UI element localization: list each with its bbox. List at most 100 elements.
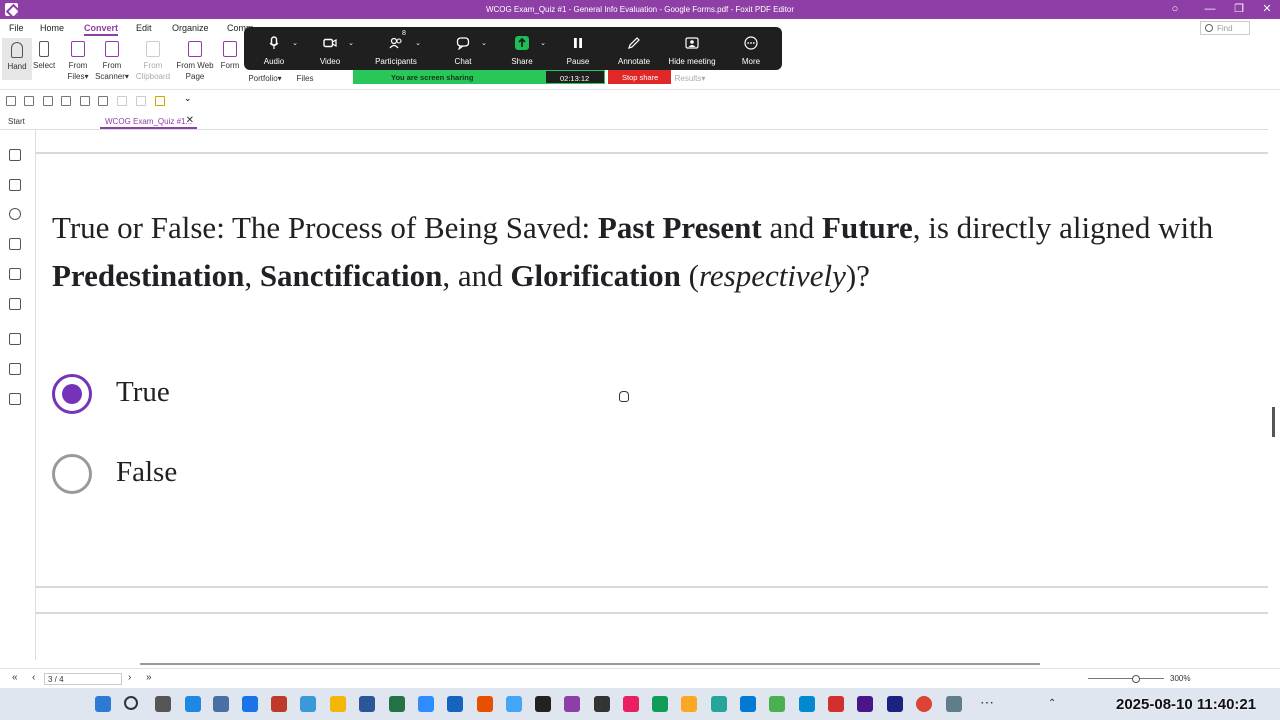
app-icon[interactable] — [623, 696, 639, 712]
portfolio-button[interactable]: Portfolio▾ — [245, 73, 285, 84]
tray-chevron-up-icon[interactable]: ⌃ — [1048, 698, 1056, 709]
edge-icon[interactable] — [652, 696, 668, 712]
annotate-button[interactable]: Annotate — [606, 27, 662, 70]
radio-button-selected[interactable] — [52, 374, 92, 414]
foxit-icon[interactable] — [564, 696, 580, 712]
app-icon[interactable] — [887, 696, 903, 712]
first-page-icon[interactable]: « — [12, 672, 18, 683]
customize-chevron-icon[interactable]: ⌄ — [184, 93, 194, 103]
tab-home[interactable]: Home — [40, 23, 64, 33]
previous-page-icon[interactable]: ‹ — [32, 672, 35, 683]
task-view-icon[interactable] — [155, 696, 171, 712]
next-page-icon[interactable]: › — [128, 672, 131, 683]
minimize-button[interactable]: — — [1195, 1, 1225, 18]
undo-icon[interactable] — [117, 96, 127, 106]
snipping-icon[interactable] — [271, 696, 287, 712]
search-icon[interactable] — [124, 696, 138, 710]
app-icon[interactable] — [447, 696, 463, 712]
from-web-page-button[interactable]: From Web Page — [175, 37, 215, 82]
clock[interactable]: 2025-08-10 11:40:21 — [1116, 696, 1256, 713]
pages-icon[interactable] — [9, 179, 21, 191]
attachment-icon[interactable] — [9, 268, 21, 280]
scroll-thumb[interactable] — [140, 663, 1040, 665]
tab-edit[interactable]: Edit — [136, 23, 152, 33]
app-icon[interactable] — [681, 696, 697, 712]
save-icon[interactable] — [24, 96, 34, 106]
start-icon[interactable] — [95, 696, 111, 712]
file-explorer-icon[interactable] — [330, 696, 346, 712]
zoom-icon[interactable] — [418, 696, 434, 712]
chat-button[interactable]: ⌄ Chat — [435, 27, 491, 70]
radio-button[interactable] — [52, 454, 92, 494]
word-icon[interactable] — [359, 696, 375, 712]
tab-convert[interactable]: Convert — [84, 23, 119, 36]
last-page-icon[interactable]: » — [146, 672, 152, 683]
app-icon[interactable] — [506, 696, 522, 712]
app-icon[interactable] — [594, 696, 610, 712]
excel-icon[interactable] — [389, 696, 405, 712]
meeting-timer[interactable]: 02:13:12 — [545, 70, 605, 84]
app-icon[interactable] — [828, 696, 844, 712]
app-icon[interactable] — [946, 696, 962, 712]
app-icon[interactable] — [711, 696, 727, 712]
app-icon[interactable] — [769, 696, 785, 712]
participants-button[interactable]: 8 ⌄ Participants — [367, 27, 425, 70]
security-icon[interactable] — [9, 298, 21, 310]
print-icon[interactable] — [80, 96, 90, 106]
stop-share-button[interactable]: Stop share — [608, 70, 671, 84]
acrobat-icon[interactable] — [535, 696, 551, 712]
maximize-button[interactable]: ❐ — [1224, 1, 1254, 18]
signature-icon[interactable] — [9, 363, 21, 375]
tab-start[interactable]: Start — [8, 117, 25, 126]
hide-meeting-button[interactable]: Hide meeting — [664, 27, 720, 70]
export-icon[interactable] — [98, 96, 108, 106]
store-icon[interactable] — [242, 696, 258, 712]
highlight-icon[interactable] — [155, 96, 165, 106]
tab-organize[interactable]: Organize — [172, 23, 209, 33]
horizontal-scrollbar[interactable] — [36, 660, 1268, 668]
page-number-input[interactable]: 3 / 4 — [44, 673, 122, 685]
hand-tool-button[interactable]: Hand — [2, 38, 32, 80]
select-tool-button[interactable]: Select — [33, 37, 55, 71]
open-icon[interactable] — [6, 96, 16, 106]
content-icon[interactable] — [9, 393, 21, 405]
calculator-icon[interactable] — [213, 696, 229, 712]
find-input[interactable]: Find — [1200, 21, 1250, 35]
pause-share-button[interactable]: Pause — [550, 27, 606, 70]
from-scanner-button[interactable]: From Scanner▾ — [94, 37, 130, 82]
video-button[interactable]: ⌄ Video — [302, 27, 358, 70]
document-view[interactable]: True or False: The Process of Being Save… — [36, 130, 1268, 660]
form-button[interactable]: Form — [218, 37, 242, 71]
comments-icon[interactable] — [9, 208, 21, 220]
document-properties-icon[interactable] — [9, 333, 21, 345]
account-icon[interactable]: ○ — [1160, 1, 1190, 18]
layers-icon[interactable] — [9, 238, 21, 250]
new-icon[interactable] — [43, 96, 53, 106]
share-button[interactable]: ⌄ Share — [494, 27, 550, 70]
quick-access-toolbar: ⌄ — [0, 90, 1280, 112]
app-icon[interactable] — [857, 696, 873, 712]
redo-icon[interactable] — [136, 96, 146, 106]
bookmark-icon[interactable] — [9, 149, 21, 161]
audio-button[interactable]: ⌄ Audio — [246, 27, 302, 70]
save-as-icon[interactable] — [61, 96, 71, 106]
more-button[interactable]: More — [723, 27, 779, 70]
app-icon[interactable] — [477, 696, 493, 712]
app-icon[interactable] — [185, 696, 201, 712]
sharing-status[interactable]: You are screen sharing — [353, 70, 545, 84]
app-icon[interactable] — [799, 696, 815, 712]
zoom-slider[interactable] — [1088, 675, 1164, 683]
app-icon[interactable] — [740, 696, 756, 712]
combine-files-button[interactable]: Files — [295, 73, 315, 84]
scroll-thumb[interactable] — [1272, 407, 1275, 437]
tab-file[interactable]: File — [9, 23, 24, 33]
close-tab-icon[interactable]: ✕ — [186, 115, 194, 126]
vertical-scrollbar[interactable] — [1268, 112, 1280, 660]
from-files-button[interactable]: From Files▾ — [64, 37, 92, 82]
photos-icon[interactable] — [300, 696, 316, 712]
tab-document[interactable]: WCOG Exam_Quiz #1... ✕ — [100, 112, 197, 129]
close-button[interactable]: ✕ — [1252, 1, 1280, 18]
zoom-level[interactable]: 300% — [1170, 674, 1190, 683]
chrome-icon[interactable] — [916, 696, 932, 712]
more-apps-icon[interactable]: ⋯ — [980, 694, 994, 711]
